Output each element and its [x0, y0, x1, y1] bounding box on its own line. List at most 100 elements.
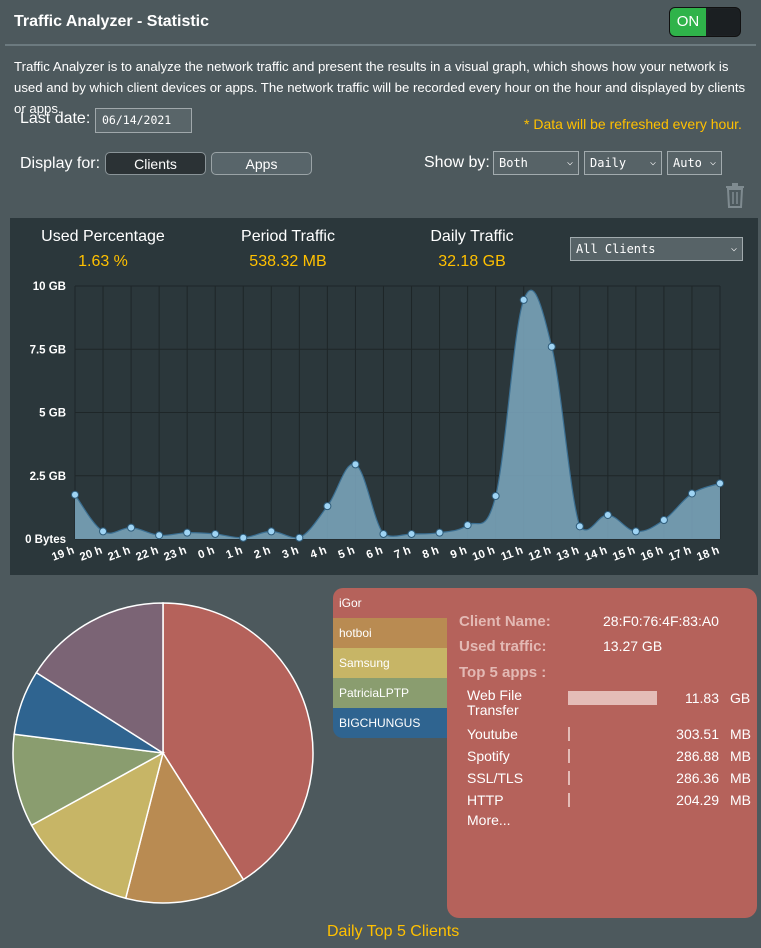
- data-point[interactable]: [99, 527, 108, 536]
- legend-item-hotboi[interactable]: hotboi: [333, 618, 447, 648]
- x-tick-label: 22 h: [134, 545, 160, 564]
- traffic-analyzer-toggle[interactable]: ON: [669, 7, 741, 37]
- app-usage-bar: [568, 771, 570, 785]
- used-traffic-value: 13.27 GB: [603, 638, 663, 654]
- x-tick-label: 0 h: [197, 545, 217, 562]
- traffic-area-chart: 0 Bytes 2.5 GB 5 GB 7.5 GB 10 GB 19 h 20 h 21 h…: [25, 281, 724, 564]
- app-name: Youtube: [467, 726, 518, 742]
- x-tick-label: 23 h: [162, 545, 188, 564]
- show-by-label: Show by:: [424, 154, 490, 171]
- unit-select-value: Auto: [673, 156, 702, 170]
- data-point[interactable]: [603, 510, 612, 519]
- period-select[interactable]: Daily ⌵: [584, 151, 662, 175]
- data-point[interactable]: [155, 531, 164, 540]
- data-point[interactable]: [379, 529, 388, 538]
- toggle-on-label: ON: [670, 8, 706, 36]
- top-clients-pie-chart: [12, 602, 314, 904]
- app-usage-bar: [568, 793, 570, 807]
- x-tick-label: 2 h: [253, 545, 273, 562]
- page-title: Traffic Analyzer - Statistic: [14, 13, 210, 30]
- x-tick-label: 21 h: [106, 545, 132, 564]
- data-point[interactable]: [716, 479, 724, 488]
- chevron-down-icon: ⌵: [566, 157, 573, 168]
- data-point[interactable]: [295, 533, 304, 542]
- period-traffic-value: 538.32 MB: [249, 253, 327, 270]
- x-tick-label: 20 h: [78, 545, 104, 564]
- data-point[interactable]: [659, 516, 668, 525]
- client-name-label: Client Name:: [459, 613, 551, 630]
- data-point[interactable]: [323, 502, 332, 511]
- trash-icon[interactable]: [723, 182, 747, 208]
- direction-select[interactable]: Both ⌵: [493, 151, 579, 175]
- data-point[interactable]: [407, 529, 416, 538]
- data-point[interactable]: [351, 460, 360, 469]
- data-point[interactable]: [239, 533, 248, 542]
- chevron-down-icon: ⌵: [730, 243, 737, 254]
- daily-traffic-label: Daily Traffic: [430, 228, 514, 245]
- traffic-area: [75, 290, 720, 539]
- unit-select[interactable]: Auto ⌵: [667, 151, 722, 175]
- data-point[interactable]: [575, 522, 584, 531]
- client-detail-card: Client Name: 28:F0:76:4F:83:A0 Used traf…: [447, 588, 757, 918]
- data-point[interactable]: [463, 521, 472, 530]
- app-traffic-value: 204.29: [676, 792, 719, 808]
- daily-traffic-value: 32.18 GB: [438, 253, 506, 270]
- x-tick-label: 4 h: [309, 545, 329, 562]
- data-point[interactable]: [127, 523, 136, 532]
- x-tick-label: 7 h: [393, 545, 413, 562]
- period-select-value: Daily: [590, 156, 627, 170]
- data-point[interactable]: [547, 342, 556, 351]
- clients-button[interactable]: Clients: [105, 152, 206, 175]
- app-usage-bar: [568, 727, 570, 741]
- chevron-down-icon: ⌵: [649, 157, 656, 168]
- data-point[interactable]: [687, 489, 696, 498]
- app-traffic-unit: MB: [730, 792, 751, 808]
- chevron-down-icon: ⌵: [709, 157, 716, 168]
- period-traffic-label: Period Traffic: [241, 228, 335, 245]
- more-link[interactable]: More...: [467, 812, 511, 828]
- data-point[interactable]: [491, 491, 500, 500]
- data-point[interactable]: [71, 490, 79, 499]
- app-traffic-unit: GB: [730, 690, 751, 706]
- x-tick-label: 14 h: [583, 545, 609, 564]
- app-usage-bar: [568, 691, 657, 705]
- app-name: SSL/TLS: [467, 770, 524, 786]
- data-point[interactable]: [183, 528, 192, 537]
- app-traffic-unit: MB: [730, 748, 751, 764]
- x-tick-label: 3 h: [281, 545, 301, 562]
- legend-item-patricialptp[interactable]: PatriciaLPTP: [333, 678, 447, 708]
- pie-chart-caption: Daily Top 5 Clients: [327, 923, 460, 940]
- client-name-value: 28:F0:76:4F:83:A0: [603, 613, 719, 629]
- x-tick-label: 10 h: [471, 545, 497, 564]
- client-filter-select[interactable]: All Clients ⌵: [570, 237, 743, 261]
- divider: [5, 44, 756, 46]
- app-traffic-value: 286.36: [676, 770, 719, 786]
- last-date-input[interactable]: 06/14/2021: [95, 108, 192, 133]
- y-tick-label: 0 Bytes: [25, 534, 66, 546]
- legend-item-igor[interactable]: iGor: [333, 588, 447, 618]
- direction-select-value: Both: [499, 156, 528, 170]
- display-for-label: Display for:: [20, 155, 101, 172]
- data-point[interactable]: [267, 527, 276, 536]
- data-point[interactable]: [435, 528, 444, 537]
- top-apps-label: Top 5 apps :: [459, 664, 547, 681]
- used-traffic-label: Used traffic:: [459, 638, 547, 655]
- y-tick-label: 7.5 GB: [30, 344, 66, 356]
- x-tick-label: 19 h: [50, 545, 76, 564]
- apps-button[interactable]: Apps: [211, 152, 312, 175]
- legend-item-bigchungus[interactable]: BIGCHUNGUS: [333, 708, 447, 738]
- y-tick-label: 2.5 GB: [30, 471, 66, 483]
- data-point[interactable]: [519, 295, 528, 304]
- x-tick-label: 13 h: [555, 545, 581, 564]
- y-tick-label: 5 GB: [39, 408, 66, 420]
- x-tick-label: 9 h: [449, 545, 469, 562]
- x-tick-label: 18 h: [695, 545, 721, 564]
- data-point[interactable]: [631, 527, 640, 536]
- toggle-knob: [708, 9, 740, 35]
- traffic-line: [74, 289, 721, 539]
- data-point[interactable]: [211, 529, 220, 538]
- refresh-note: * Data will be refreshed every hour.: [524, 116, 742, 132]
- app-traffic-unit: MB: [730, 726, 751, 742]
- app-traffic-unit: MB: [730, 770, 751, 786]
- legend-item-samsung[interactable]: Samsung: [333, 648, 447, 678]
